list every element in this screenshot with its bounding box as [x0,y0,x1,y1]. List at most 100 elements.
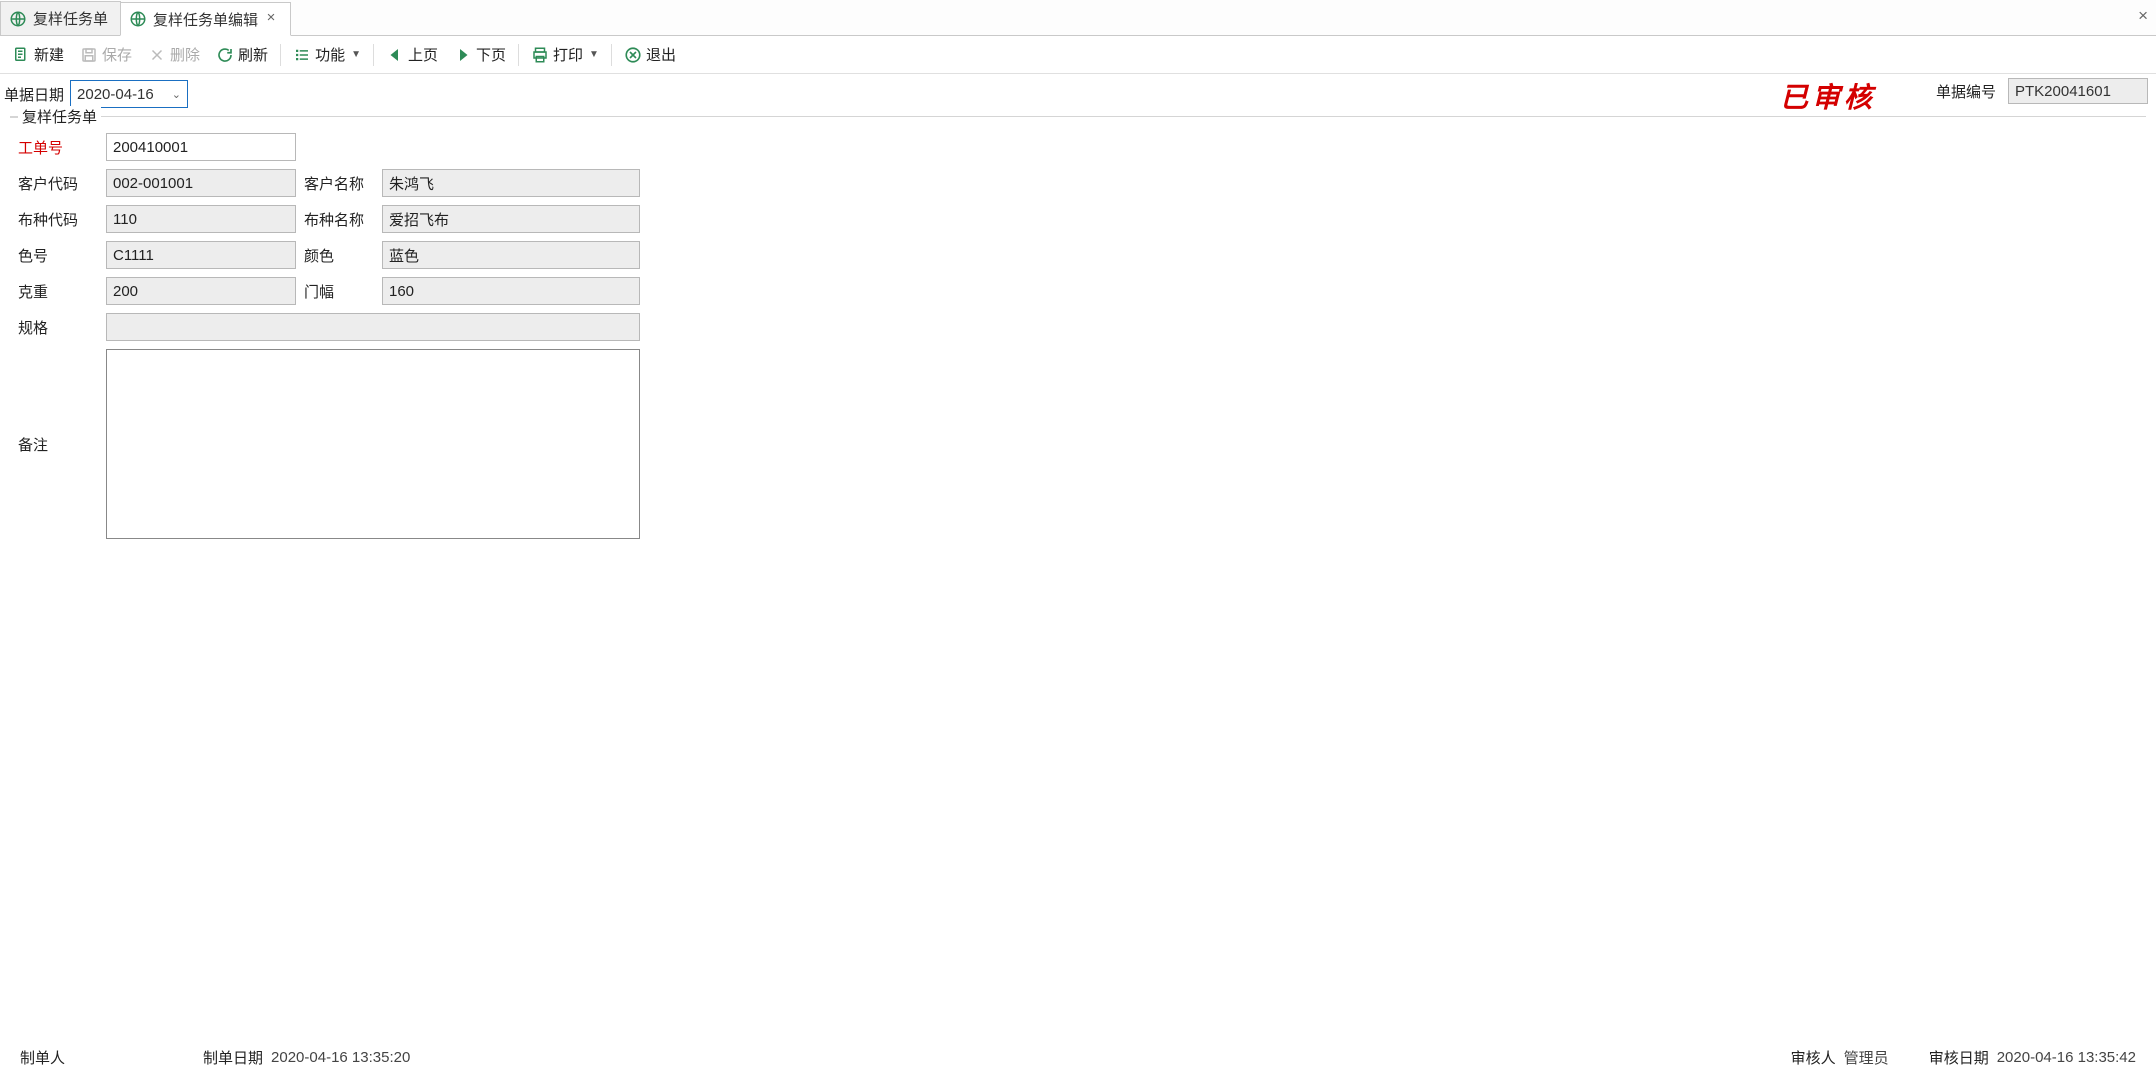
auditor-value: 管理员 [1844,1047,1889,1068]
button-label: 打印 [553,44,583,65]
color-no-value: C1111 [113,247,154,264]
create-date-label: 制单日期 [203,1047,263,1068]
color-no-label: 色号 [18,245,98,266]
fabric-name-field: 爱招飞布 [382,205,640,233]
remark-field[interactable] [106,349,640,539]
button-label: 下页 [476,44,506,65]
width-label: 门幅 [304,281,374,302]
audit-date-group: 审核日期 2020-04-16 13:35:42 [1929,1047,2136,1068]
weight-label: 克重 [18,281,98,302]
fabric-name-value: 爱招飞布 [389,209,449,230]
button-label: 功能 [315,44,345,65]
refresh-icon [216,46,234,64]
arrow-right-icon [454,46,472,64]
creator-group: 制单人 [20,1047,83,1068]
doc-number-wrap: 单据编号 PTK20041601 [1936,78,2148,104]
tab-bar: 复样任务单 复样任务单编辑 × × [0,0,2156,36]
toolbar-separator [611,44,612,66]
fabric-code-value: 110 [113,211,137,228]
chevron-down-icon: ▼ [589,49,599,60]
function-dropdown[interactable]: 功能 ▼ [287,41,367,68]
form-grid: 工单号 200410001 客户代码 002-001001 客户名称 朱鸿飞 布… [10,127,648,547]
doc-number-value: PTK20041601 [2015,83,2111,100]
spec-label: 规格 [18,317,98,338]
auditor-group: 审核人 管理员 [1791,1047,1889,1068]
new-icon [12,46,30,64]
create-date-value: 2020-04-16 13:35:20 [271,1049,410,1066]
toolbar-separator [373,44,374,66]
fabric-code-field: 110 [106,205,296,233]
close-icon[interactable]: × [264,12,278,26]
width-field: 160 [382,277,640,305]
globe-icon [129,10,147,28]
list-icon [293,46,311,64]
task-fieldset: 复样任务单 工单号 200410001 客户代码 002-001001 客户名称… [10,116,2146,547]
exit-icon [624,46,642,64]
color-value: 蓝色 [389,245,419,266]
weight-field: 200 [106,277,296,305]
footer: 制单人 制单日期 2020-04-16 13:35:20 审核人 管理员 审核日… [0,1047,2156,1068]
arrow-left-icon [386,46,404,64]
tabs-close-all-icon[interactable]: × [2138,6,2148,26]
button-label: 删除 [170,44,200,65]
tab-task-edit[interactable]: 复样任务单编辑 × [120,2,291,36]
globe-icon [9,10,27,28]
doc-number-field: PTK20041601 [2008,78,2148,104]
weight-value: 200 [113,283,138,300]
creator-label: 制单人 [20,1047,65,1068]
button-label: 刷新 [238,44,268,65]
button-label: 上页 [408,44,438,65]
fieldset-legend: 复样任务单 [18,106,101,127]
status-stamp: 已审核 [1780,76,1876,116]
color-field: 蓝色 [382,241,640,269]
work-order-label: 工单号 [18,137,98,158]
customer-name-value: 朱鸿飞 [389,173,434,194]
tab-label: 复样任务单编辑 [153,9,258,30]
width-value: 160 [389,283,414,300]
form-area: 复样任务单 工单号 200410001 客户代码 002-001001 客户名称… [10,116,2146,547]
customer-name-label: 客户名称 [304,173,374,194]
chevron-down-icon: ⌄ [172,88,181,101]
print-icon [531,46,549,64]
next-page-button[interactable]: 下页 [448,41,512,68]
toolbar-separator [518,44,519,66]
save-button: 保存 [74,41,138,68]
work-order-value: 200410001 [113,139,188,156]
prev-page-button[interactable]: 上页 [380,41,444,68]
customer-code-label: 客户代码 [18,173,98,194]
button-label: 退出 [646,44,676,65]
button-label: 保存 [102,44,132,65]
remark-label: 备注 [18,434,98,455]
work-order-field[interactable]: 200410001 [106,133,296,161]
delete-icon [148,46,166,64]
print-dropdown[interactable]: 打印 ▼ [525,41,605,68]
new-button[interactable]: 新建 [6,41,70,68]
delete-button: 删除 [142,41,206,68]
customer-code-value: 002-001001 [113,175,193,192]
spec-field [106,313,640,341]
auditor-label: 审核人 [1791,1047,1836,1068]
toolbar-separator [280,44,281,66]
audit-date-value: 2020-04-16 13:35:42 [1997,1049,2136,1066]
customer-name-field: 朱鸿飞 [382,169,640,197]
refresh-button[interactable]: 刷新 [210,41,274,68]
tab-task-list[interactable]: 复样任务单 [0,1,121,35]
color-no-field: C1111 [106,241,296,269]
audit-date-label: 审核日期 [1929,1047,1989,1068]
fabric-code-label: 布种代码 [18,209,98,230]
create-date-group: 制单日期 2020-04-16 13:35:20 [203,1047,410,1068]
doc-date-label: 单据日期 [4,84,64,105]
doc-date-select[interactable]: 2020-04-16 ⌄ [70,80,188,108]
button-label: 新建 [34,44,64,65]
header-row: 单据日期 2020-04-16 ⌄ 已审核 单据编号 PTK20041601 [0,74,2156,116]
exit-button[interactable]: 退出 [618,41,682,68]
fabric-name-label: 布种名称 [304,209,374,230]
customer-code-field: 002-001001 [106,169,296,197]
toolbar: 新建 保存 删除 刷新 功能 ▼ 上页 下页 [0,36,2156,74]
tab-label: 复样任务单 [33,8,108,29]
doc-number-label: 单据编号 [1936,81,1996,102]
chevron-down-icon: ▼ [351,49,361,60]
color-label: 颜色 [304,245,374,266]
doc-date-value: 2020-04-16 [77,86,154,103]
save-icon [80,46,98,64]
